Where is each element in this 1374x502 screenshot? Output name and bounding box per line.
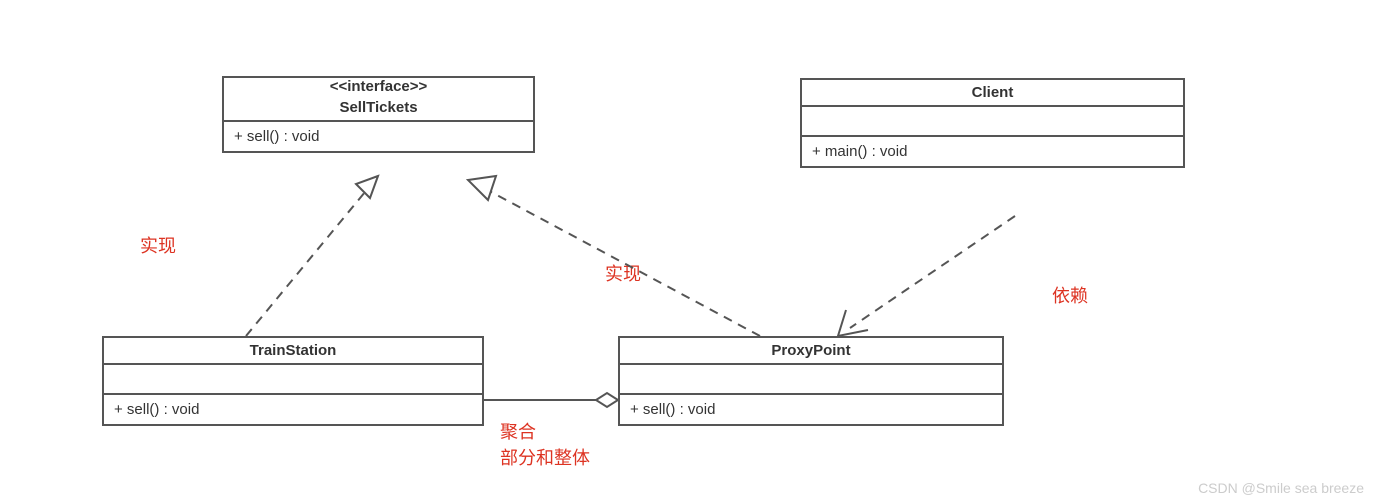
uml-interface-selltickets: <<interface>> SellTickets + sell() : voi… (222, 76, 535, 153)
aggregation-diamond (596, 393, 618, 407)
label-realize-1: 实现 (140, 232, 176, 258)
dependency-line (850, 216, 1015, 328)
method-row: + main() : void (802, 137, 1183, 166)
method-row: + sell() : void (104, 395, 482, 424)
label-aggregation-1: 聚合 (500, 418, 536, 444)
realization-arrow-proxypoint (468, 176, 496, 200)
dependency-arrow (838, 310, 868, 336)
attributes-section (620, 365, 1002, 393)
label-aggregation-2: 部分和整体 (500, 444, 590, 470)
class-name: SellTickets (224, 95, 533, 120)
watermark: CSDN @Smile sea breeze (1198, 480, 1364, 496)
connector-layer (0, 0, 1374, 502)
label-dependency: 依赖 (1052, 282, 1088, 308)
label-realize-2: 实现 (605, 260, 641, 286)
class-name: ProxyPoint (620, 338, 1002, 363)
uml-class-proxypoint: ProxyPoint + sell() : void (618, 336, 1004, 426)
stereotype-label: <<interface>> (224, 78, 533, 95)
uml-class-trainstation: TrainStation + sell() : void (102, 336, 484, 426)
class-name: TrainStation (104, 338, 482, 363)
realization-line-trainstation (246, 186, 370, 336)
class-name: Client (802, 80, 1183, 105)
method-row: + sell() : void (224, 122, 533, 151)
attributes-section (104, 365, 482, 393)
method-row: + sell() : void (620, 395, 1002, 424)
attributes-section (802, 107, 1183, 135)
realization-arrow-trainstation (356, 176, 378, 198)
uml-class-client: Client + main() : void (800, 78, 1185, 168)
